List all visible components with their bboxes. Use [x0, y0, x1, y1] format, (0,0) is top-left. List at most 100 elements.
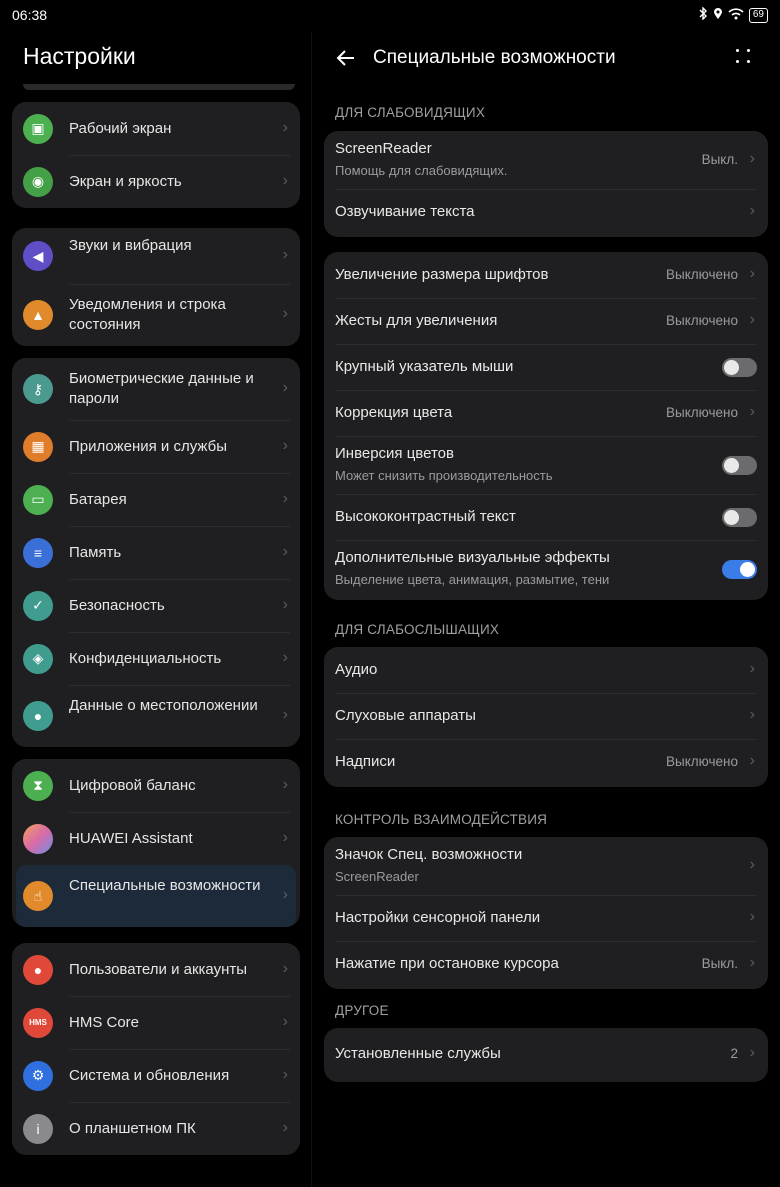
- setting-row[interactable]: Слуховые аппараты ›: [324, 693, 768, 739]
- setting-row[interactable]: Нажатие при остановке курсора Выкл. ›: [324, 941, 768, 987]
- status-bar: 06:38 69: [0, 0, 780, 32]
- setting-row[interactable]: Жесты для увеличения Выключено ›: [324, 298, 768, 344]
- sidebar-item[interactable]: ≡ Память ›: [12, 526, 300, 579]
- chevron-right-icon: ›: [282, 118, 288, 136]
- chevron-right-icon: ›: [749, 954, 755, 971]
- setting-row[interactable]: Увеличение размера шрифтов Выключено ›: [324, 252, 768, 298]
- chevron-right-icon: ›: [749, 265, 755, 282]
- setting-subtitle: Может снизить производительность: [335, 468, 553, 483]
- apps-icon: ▦: [23, 431, 53, 462]
- sidebar-item-label: Уведомления и строка состояния: [69, 296, 226, 333]
- sidebar-item[interactable]: HUAWEI Assistant ›: [12, 812, 300, 865]
- sidebar-item[interactable]: ◈ Конфиденциальность ›: [12, 632, 300, 685]
- setting-title: Крупный указатель мыши: [335, 358, 514, 375]
- settings-group: ● Пользователи и аккаунты › HMS HMS Core › ⚙ Си…: [12, 943, 300, 1155]
- sidebar-item[interactable]: ☝ Специальные возможности ›: [12, 865, 300, 927]
- setting-value: Выключено: [666, 754, 738, 769]
- setting-value: Выключено: [666, 313, 738, 328]
- sidebar-item-label: Пользователи и аккаунты: [69, 960, 248, 978]
- settings-group: ◀ Звуки и вибрация › ▲ Уведомления и строка …: [12, 228, 300, 346]
- sidebar-item-label: Приложения и службы: [69, 437, 227, 455]
- setting-row[interactable]: Надписи Выключено ›: [324, 739, 768, 785]
- chevron-right-icon: ›: [749, 1044, 755, 1061]
- setting-row[interactable]: ScreenReader Помощь для слабовидящих. Выкл…: [324, 131, 768, 189]
- accessibility-icon: ☝: [23, 881, 53, 911]
- section-header: ДРУГОЕ: [335, 1003, 389, 1018]
- settings-card: Увеличение размера шрифтов Выключено › Жест…: [324, 252, 768, 600]
- sidebar-item-label: Цифровой баланс: [69, 776, 196, 794]
- settings-card: ScreenReader Помощь для слабовидящих. Выкл…: [324, 131, 768, 237]
- chevron-right-icon: ›: [749, 856, 755, 873]
- settings-card: Установленные службы 2 ›: [324, 1028, 768, 1082]
- setting-subtitle: Помощь для слабовидящих.: [335, 163, 508, 178]
- sidebar-item[interactable]: ◉ Экран и яркость ›: [12, 155, 300, 208]
- setting-row[interactable]: Настройки сенсорной панели ›: [324, 895, 768, 941]
- sidebar-item[interactable]: ▲ Уведомления и строка состояния ›: [12, 284, 300, 346]
- sidebar-item[interactable]: i О планшетном ПК ›: [12, 1102, 300, 1155]
- panel-title: Специальные возможности: [373, 47, 616, 68]
- battery-status: 69: [748, 7, 768, 23]
- back-button[interactable]: [334, 46, 360, 70]
- chevron-right-icon: ›: [749, 752, 755, 769]
- sidebar-item[interactable]: HMS HMS Core ›: [12, 996, 300, 1049]
- setting-title: Инверсия цветов: [335, 445, 454, 462]
- chevron-right-icon: ›: [282, 595, 288, 613]
- setting-title: Установленные службы: [335, 1045, 501, 1062]
- setting-title: Увеличение размера шрифтов: [335, 266, 549, 283]
- speaker-icon: ◀: [23, 241, 53, 271]
- toggle-switch[interactable]: [722, 507, 757, 527]
- sidebar-item-label: О планшетном ПК: [69, 1119, 196, 1137]
- setting-row[interactable]: Высококонтрастный текст: [324, 494, 768, 540]
- setting-row[interactable]: Крупный указатель мыши: [324, 344, 768, 390]
- setting-row[interactable]: Озвучивание текста ›: [324, 189, 768, 235]
- setting-value: Выключено: [666, 405, 738, 420]
- sidebar-item-label: HUAWEI Assistant: [69, 829, 193, 847]
- setting-row[interactable]: Установленные службы 2 ›: [324, 1028, 768, 1080]
- setting-row[interactable]: Значок Спец. возможности ScreenReader ›: [324, 837, 768, 895]
- settings-card: Значок Спец. возможности ScreenReader › Нас…: [324, 837, 768, 989]
- toggle-switch[interactable]: [722, 357, 757, 377]
- settings-group: ⧗ Цифровой баланс › HUAWEI Assistant › ☝ Специ…: [12, 759, 300, 927]
- battery-icon: ▭: [23, 484, 53, 515]
- sidebar-item-label: Память: [69, 543, 122, 561]
- sidebar-item[interactable]: ● Пользователи и аккаунты ›: [12, 943, 300, 996]
- chevron-right-icon: ›: [749, 660, 755, 677]
- chevron-right-icon: ›: [749, 706, 755, 723]
- chevron-right-icon: ›: [749, 150, 755, 167]
- arrow-left-icon: [336, 50, 354, 66]
- setting-title: Коррекция цвета: [335, 404, 453, 421]
- sidebar-item[interactable]: ● Данные о местоположении ›: [12, 685, 300, 747]
- sidebar-item[interactable]: ⧗ Цифровой баланс ›: [12, 759, 300, 812]
- settings-card: Аудио › Слуховые аппараты › Надписи Выключено…: [324, 647, 768, 787]
- setting-title: ScreenReader: [335, 140, 432, 157]
- sidebar-item[interactable]: ▣ Рабочий экран ›: [12, 102, 300, 155]
- chevron-right-icon: ›: [749, 202, 755, 219]
- setting-title: Жесты для увеличения: [335, 312, 498, 329]
- sidebar-item[interactable]: ▦ Приложения и службы ›: [12, 420, 300, 473]
- storage-icon: ≡: [23, 537, 53, 568]
- sidebar-item[interactable]: ⚙ Система и обновления ›: [12, 1049, 300, 1102]
- sidebar-item[interactable]: ◀ Звуки и вибрация ›: [12, 228, 300, 284]
- chevron-right-icon: ›: [282, 1012, 288, 1030]
- setting-row[interactable]: Коррекция цвета Выключено ›: [324, 390, 768, 436]
- toggle-knob: [724, 509, 739, 525]
- setting-row[interactable]: Аудио ›: [324, 647, 768, 693]
- sidebar-item[interactable]: ⚷ Биометрические данные и пароли ›: [12, 358, 300, 420]
- chevron-right-icon: ›: [749, 311, 755, 328]
- chevron-right-icon: ›: [282, 379, 288, 396]
- toggle-switch[interactable]: [722, 559, 757, 579]
- sidebar-item[interactable]: ✓ Безопасность ›: [12, 579, 300, 632]
- wifi-icon: [728, 7, 744, 23]
- toggle-switch[interactable]: [722, 455, 757, 475]
- toggle-knob: [740, 561, 755, 577]
- sidebar-item-label: Звуки и вибрация: [69, 237, 192, 254]
- gear-icon: ⚙: [23, 1060, 53, 1091]
- setting-value: Выкл.: [701, 152, 738, 167]
- setting-row[interactable]: Дополнительные визуальные эффекты Выделен…: [324, 540, 768, 598]
- setting-value: Выкл.: [701, 956, 738, 971]
- sidebar-item[interactable]: ▭ Батарея ›: [12, 473, 300, 526]
- setting-row[interactable]: Инверсия цветов Может снизить производите…: [324, 436, 768, 494]
- location-status-icon: [713, 7, 723, 23]
- more-options-button[interactable]: [736, 49, 752, 65]
- chevron-right-icon: ›: [282, 1118, 288, 1136]
